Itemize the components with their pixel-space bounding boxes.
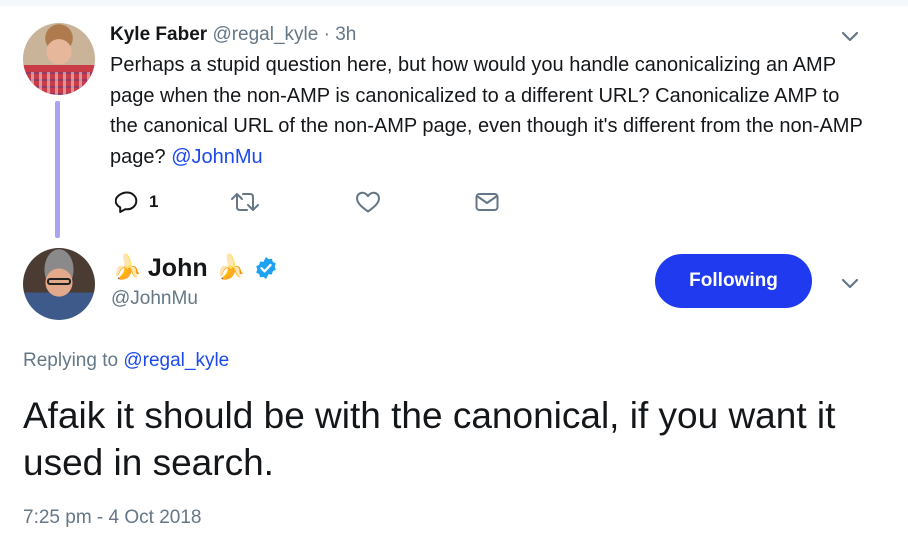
main-author-avatar[interactable] [23, 248, 95, 320]
parent-author-avatar[interactable] [23, 23, 95, 95]
main-author-name-row[interactable]: 🍌 John 🍌 [112, 252, 278, 284]
thread-connector-line [55, 101, 60, 238]
main-tweet-text: Afaik it should be with the canonical, i… [23, 395, 836, 483]
parent-tweet-time[interactable]: 3h [335, 24, 356, 45]
direct-message-icon [474, 190, 500, 214]
reply-icon [115, 190, 139, 214]
reply-button[interactable]: 1 [115, 190, 158, 214]
retweet-icon [230, 190, 260, 214]
retweet-button[interactable] [230, 190, 260, 214]
main-author-handle[interactable]: @JohnMu [111, 288, 198, 310]
like-button[interactable] [355, 190, 381, 214]
parent-tweet-mention[interactable]: @JohnMu [171, 146, 262, 168]
main-author-name[interactable]: John [148, 252, 208, 284]
banana-emoji-left: 🍌 [112, 254, 142, 281]
banana-emoji-right: 🍌 [215, 254, 246, 281]
like-icon [355, 190, 381, 214]
replying-to-handle[interactable]: @regal_kyle [123, 350, 229, 371]
parent-author-handle[interactable]: @regal_kyle [212, 24, 318, 45]
parent-tweet-header: Kyle Faber @regal_kyle · 3h [110, 22, 356, 48]
reply-count: 1 [149, 192, 159, 211]
following-button[interactable]: Following [655, 254, 812, 308]
direct-message-button[interactable] [474, 190, 500, 214]
main-tweet-menu-chevron-down-icon[interactable] [840, 276, 860, 290]
replying-to-prefix: Replying to [23, 350, 119, 371]
parent-tweet-text: Perhaps a stupid question here, but how … [110, 50, 870, 172]
header-separator: · [323, 24, 330, 45]
top-divider [0, 0, 908, 6]
replying-to-line: Replying to @regal_kyle [23, 350, 229, 372]
parent-author-name[interactable]: Kyle Faber [110, 24, 207, 45]
verified-badge-icon [246, 256, 278, 280]
main-tweet-timestamp[interactable]: 7:25 pm - 4 Oct 2018 [23, 507, 202, 529]
parent-tweet-menu-chevron-down-icon[interactable] [840, 29, 860, 43]
